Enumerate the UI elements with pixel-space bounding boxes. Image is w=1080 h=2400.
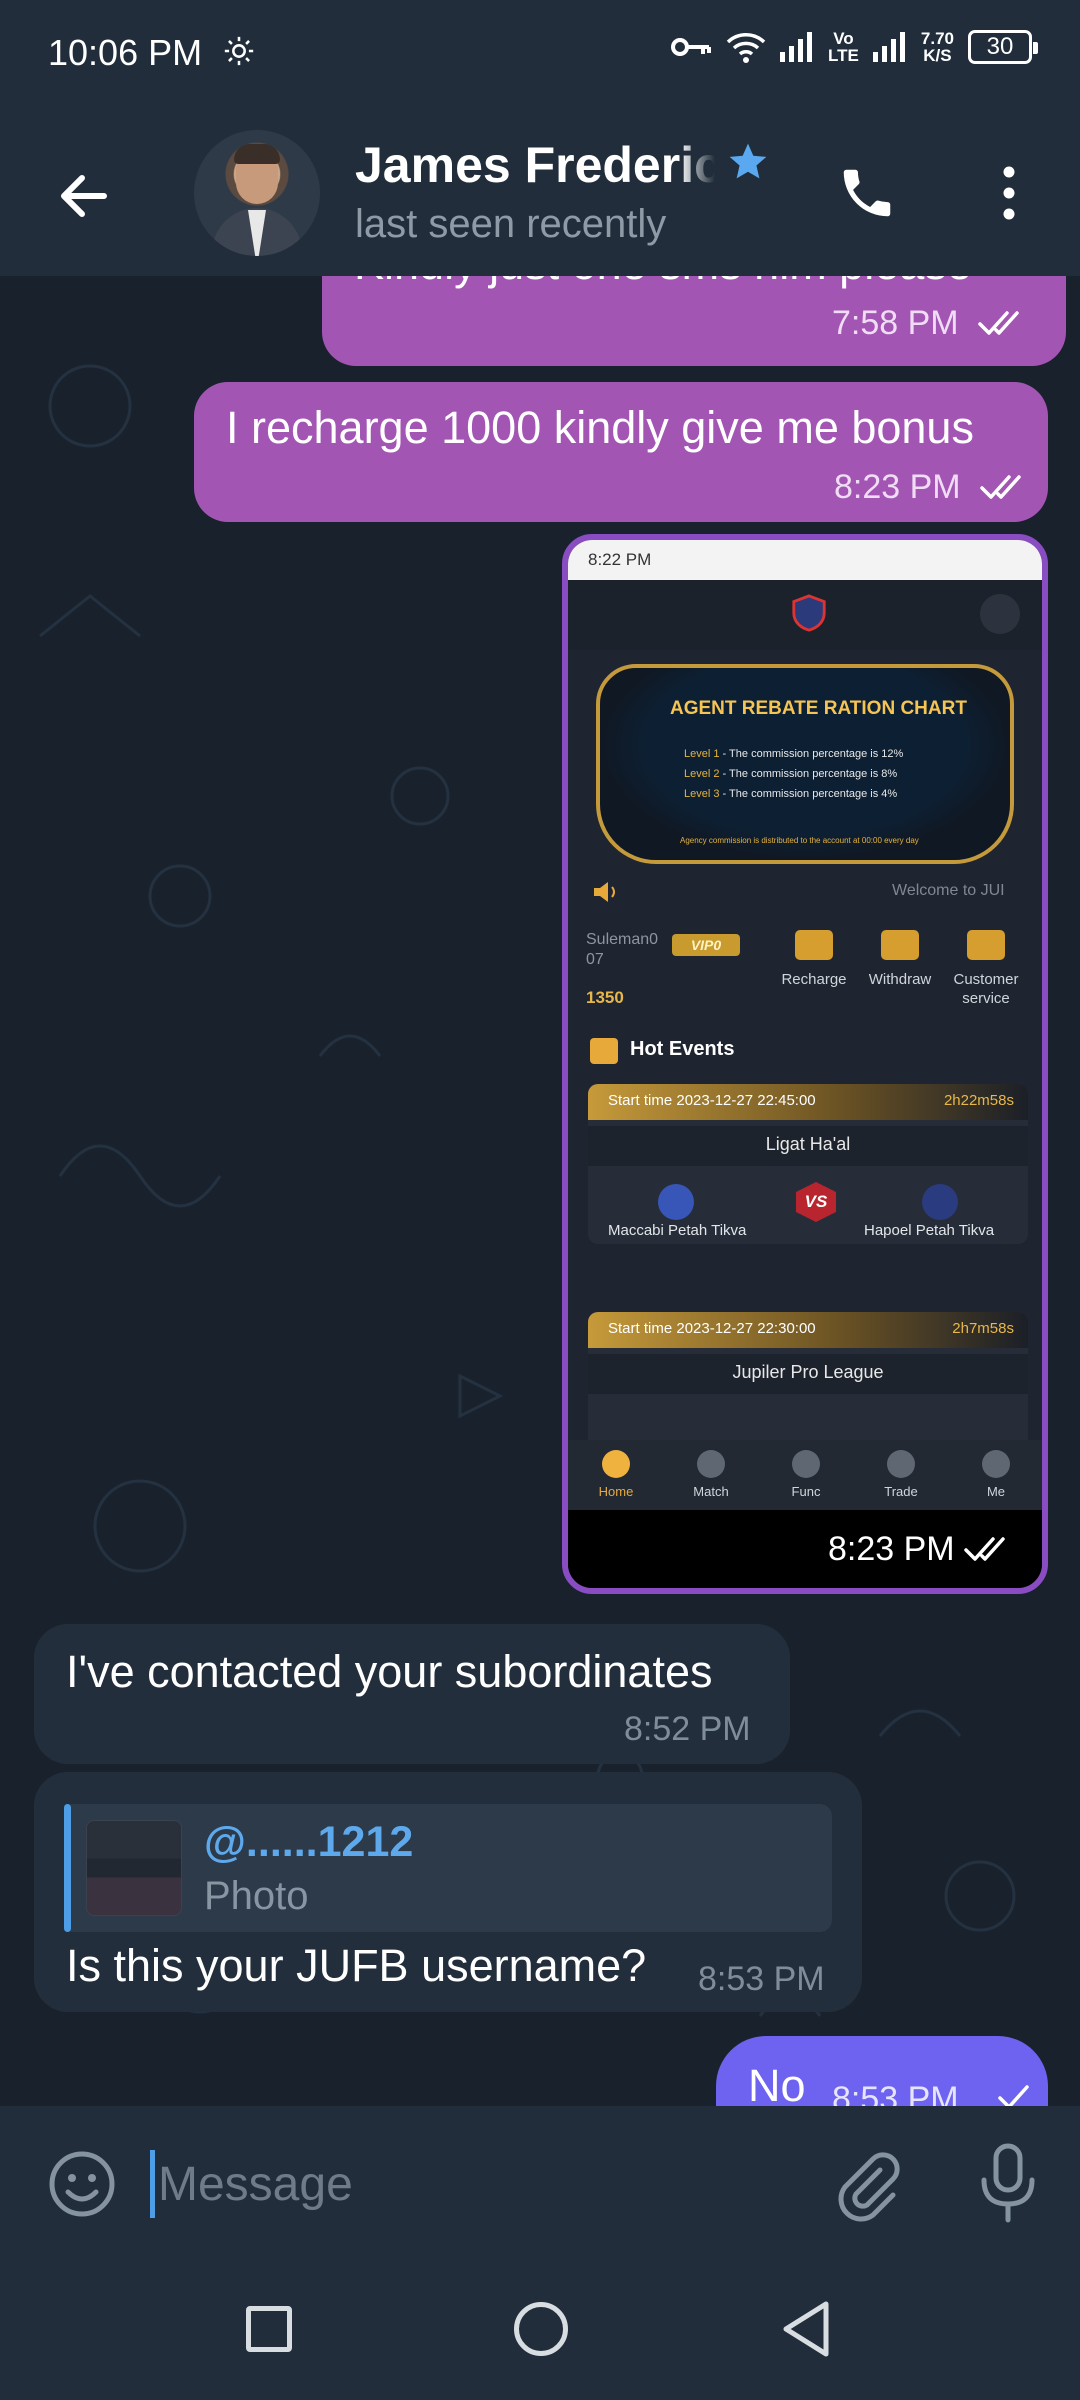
customer-service-action: Customer service (946, 930, 1026, 1008)
withdraw-action: Withdraw (860, 930, 940, 989)
read-double-check-icon (978, 311, 1019, 335)
hot-events-icon (590, 1038, 618, 1064)
wifi-icon (726, 33, 766, 63)
status-time: 10:06 PM (48, 32, 203, 73)
recent-apps-square-icon[interactable] (246, 2306, 292, 2352)
level-line: Level 3 - The commission percentage is 4… (684, 788, 898, 800)
team-crest-icon (658, 1184, 694, 1220)
more-options-icon[interactable] (988, 162, 1030, 224)
settings-gear-icon (224, 36, 254, 66)
screenshot-username: Suleman0 07 (586, 931, 659, 968)
app-logo-icon (792, 594, 826, 632)
message-bubble-outgoing[interactable]: I recharge 1000 kindly give me bonus 8:2… (194, 382, 1048, 522)
volte-label: Vo LTE (828, 29, 859, 65)
vip-badge: VIP0 (672, 934, 740, 956)
event-start: Start time 2023-12-27 22:30:00 (608, 1320, 816, 1337)
reply-author: @......1212 (204, 1818, 414, 1866)
sent-check-icon (998, 2085, 1029, 2106)
message-bubble-incoming[interactable]: I've contacted your subordinates 8:52 PM (34, 1624, 790, 1764)
reply-kind: Photo (204, 1874, 309, 1918)
chat-area[interactable]: Kindly just one sms him please 7:58 PM I… (0, 276, 1080, 2106)
message-time: 8:23 PM (828, 1530, 955, 1568)
message-composer (0, 2106, 1080, 2258)
attach-paperclip-icon[interactable] (830, 2146, 902, 2222)
recharge-action: Recharge (774, 930, 854, 989)
message-time: 7:58 PM (832, 304, 959, 342)
phone-call-icon[interactable] (836, 162, 898, 224)
message-time: 8:23 PM (834, 468, 961, 506)
screenshot-status-bar: 8:22 PM (568, 540, 1042, 580)
speaker-icon (594, 882, 615, 902)
nav-me: Me (956, 1450, 1036, 1499)
balance: 1350 (586, 988, 624, 1007)
banner-title: AGENT REBATE RATION CHART (670, 698, 967, 719)
message-text: No (748, 2060, 806, 2106)
signal-icon (780, 32, 813, 62)
message-bubble-outgoing[interactable]: No 8:53 PM (716, 2036, 1048, 2106)
read-double-check-icon (980, 475, 1021, 499)
message-text: I recharge 1000 kindly give me bonus (226, 402, 974, 453)
reply-quote[interactable]: @......1212 Photo (64, 1804, 832, 1932)
status-bar: 10:06 PM Vo LTE 7.70 K/S 30 (0, 0, 1080, 110)
emoji-icon[interactable] (46, 2148, 118, 2220)
system-navigation-bar (0, 2258, 1080, 2400)
screenshot-bottom-nav: Home Match Func Trade Me (568, 1440, 1042, 1510)
microphone-icon[interactable] (976, 2142, 1040, 2226)
nav-home: Home (576, 1450, 656, 1499)
level-line: Level 1 - The commission percentage is 1… (684, 748, 904, 760)
reply-thumbnail (86, 1820, 182, 1916)
message-time: 8:53 PM (698, 1960, 825, 1998)
event-start: Start time 2023-12-27 22:45:00 (608, 1092, 816, 1109)
welcome-marquee: Welcome to JUI (892, 882, 1005, 899)
premium-star-icon (729, 143, 767, 179)
network-speed: 7.70 K/S (920, 29, 954, 65)
back-triangle-icon[interactable] (780, 2300, 832, 2358)
event-countdown: 2h22m58s (943, 1092, 1014, 1109)
message-text: Is this your JUFB username? (66, 1940, 647, 1991)
message-bubble-outgoing[interactable]: Kindly just one sms him please 7:58 PM (322, 276, 1066, 366)
hot-events-title: Hot Events (630, 1038, 735, 1060)
nav-func: Func (766, 1450, 846, 1499)
vs-badge: VS (796, 1182, 836, 1222)
notification-bell-icon (980, 594, 1020, 634)
chat-header: James Frederic last seen recently (0, 110, 1080, 276)
contact-name[interactable]: James Frederic (355, 136, 715, 194)
text-cursor (150, 2150, 155, 2218)
away-team: Hapoel Petah Tikva (864, 1222, 995, 1239)
event-countdown: 2h7m58s (952, 1320, 1014, 1337)
message-input[interactable] (158, 2142, 798, 2226)
photo-message[interactable]: 8:22 PM AGENT REBATE RATION CHART Level … (562, 534, 1048, 1594)
event-card: Start time 2023-12-27 22:45:00 2h22m58s … (588, 1084, 1028, 1244)
reply-accent-bar (64, 1804, 71, 1932)
home-circle-icon[interactable] (514, 2302, 568, 2356)
message-text: I've contacted your subordinates (66, 1646, 713, 1697)
message-time: 8:53 PM (832, 2080, 959, 2106)
rebate-banner: AGENT REBATE RATION CHART Level 1 - The … (596, 664, 1014, 864)
nav-trade: Trade (861, 1450, 941, 1499)
vpn-key-icon (671, 38, 712, 56)
signal-icon-2 (872, 32, 905, 62)
home-team: Maccabi Petah Tikva (608, 1222, 747, 1239)
event-league: Ligat Ha'al (588, 1126, 1028, 1166)
level-line: Level 2 - The commission percentage is 8… (684, 768, 898, 780)
agency-note: Agency commission is distributed to the … (680, 836, 919, 845)
nav-match: Match (671, 1450, 751, 1499)
message-time: 8:52 PM (624, 1710, 751, 1748)
screenshot-time: 8:22 PM (588, 550, 652, 569)
avatar[interactable] (194, 130, 320, 256)
team-crest-icon (922, 1184, 958, 1220)
message-text: Kindly just one sms him please (354, 276, 972, 290)
battery-indicator: 30 (968, 30, 1038, 64)
event-league: Jupiler Pro League (588, 1354, 1028, 1394)
read-double-check-icon (964, 1537, 1005, 1561)
last-seen-status: last seen recently (355, 202, 667, 246)
back-arrow-icon[interactable] (54, 166, 114, 226)
